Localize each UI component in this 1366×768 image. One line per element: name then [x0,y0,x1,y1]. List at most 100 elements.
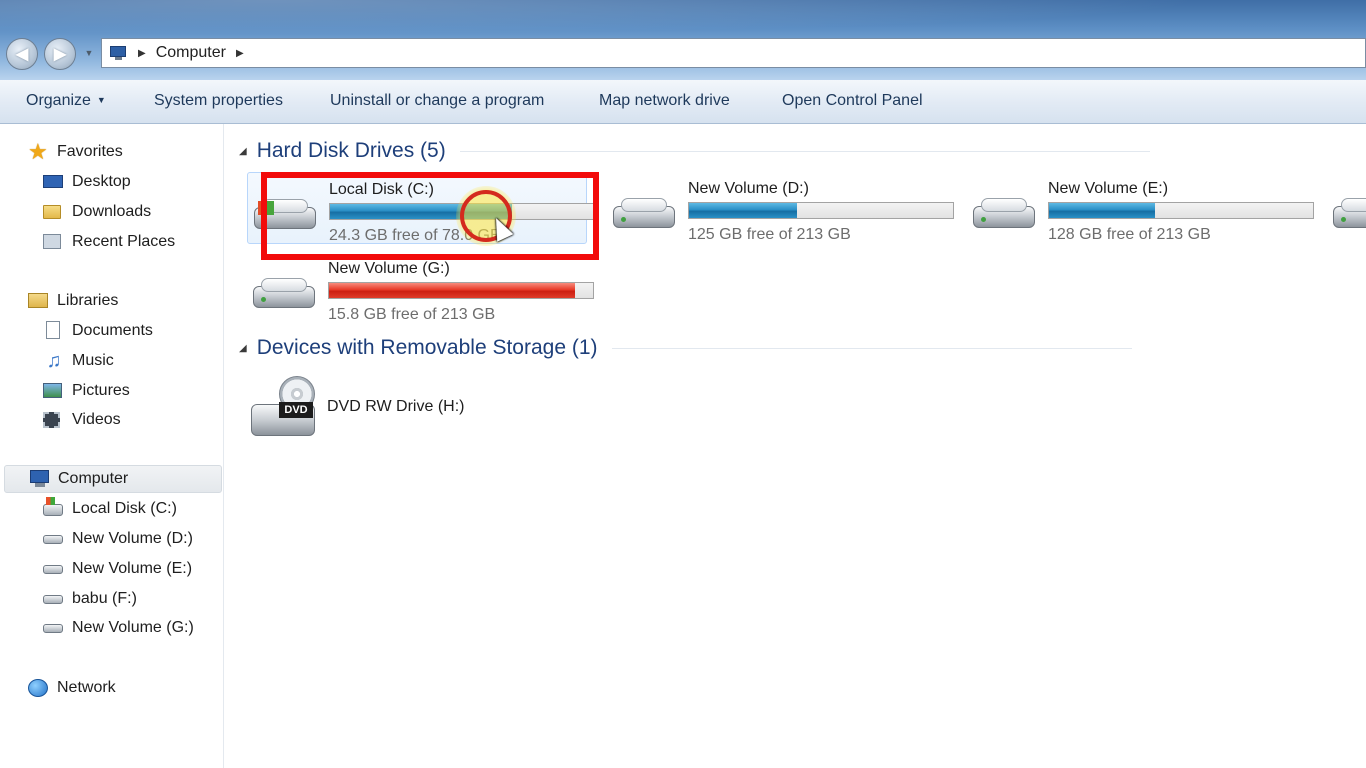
computer-icon [110,46,128,60]
music-note-icon: ♫ [46,350,62,372]
group-title: Hard Disk Drives (5) [256,139,446,162]
hard-drive-icon [1333,198,1366,228]
capacity-fill [329,283,575,298]
capacity-fill [1049,203,1155,218]
drive-name: New Volume (E:) [1048,180,1169,197]
address-bar[interactable]: ▶ Computer ▶ [101,38,1366,68]
sidebar-item-drive-d[interactable]: New Volume (D:) [43,528,193,550]
group-divider [611,347,1132,349]
sidebar-item-label: Recent Places [72,233,176,250]
videos-icon [43,412,60,428]
collapse-triangle-icon[interactable]: ◢ [239,146,247,157]
drive-name: New Volume (D:) [688,180,809,197]
sidebar-item-drive-c[interactable]: Local Disk (C:) [43,497,177,520]
forward-button[interactable]: ▶ [44,38,76,70]
back-arrow-icon: ◀ [15,46,29,63]
sidebar-item-pictures[interactable]: Pictures [43,380,130,402]
group-title: Devices with Removable Storage (1) [256,336,598,359]
group-removable-storage[interactable]: ◢ Devices with Removable Storage (1) [239,336,1132,360]
dvd-badge: DVD [279,402,313,418]
capacity-bar [328,282,594,299]
breadcrumb-arrow-icon[interactable]: ▶ [138,48,146,59]
computer-icon [29,469,51,489]
sidebar-item-recent-places[interactable]: Recent Places [43,231,175,253]
command-bar: Organize ▼ System properties Uninstall or… [0,80,1366,124]
sidebar-item-label: Libraries [57,292,119,309]
sidebar-item-label: New Volume (E:) [72,560,193,577]
sidebar-item-label: Local Disk (C:) [72,500,177,517]
sidebar-item-videos[interactable]: Videos [43,409,121,431]
drive-free-space: 15.8 GB free of 213 GB [328,306,496,323]
desktop-icon [43,175,63,188]
drive-tile-g[interactable]: New Volume (G:) 15.8 GB free of 213 GB [247,252,594,324]
hard-drive-icon [43,565,63,574]
sidebar-item-drive-g[interactable]: New Volume (G:) [43,617,194,639]
sidebar-item-label: New Volume (G:) [72,619,194,636]
forward-arrow-icon: ▶ [53,46,67,63]
dvd-drive-icon[interactable]: DVD [251,376,321,438]
pictures-icon [43,383,62,398]
tutorial-highlight-box [261,172,599,260]
drive-free-space: 125 GB free of 213 GB [688,226,851,243]
hard-drive-icon [43,624,63,633]
sidebar-item-drive-f[interactable]: babu (F:) [43,588,137,610]
drive-tile-d[interactable]: New Volume (D:) 125 GB free of 213 GB [607,172,954,244]
window-titlebar: ◀ ▶ ▼ ▶ Computer ▶ [0,0,1366,80]
hard-drive-icon [613,198,675,228]
recent-pages-dropdown[interactable]: ▼ [82,46,96,60]
capacity-bar [688,202,954,219]
libraries-icon [28,293,48,308]
drive-name: New Volume (G:) [328,260,450,277]
chevron-down-icon: ▼ [96,95,106,105]
sidebar-item-label: Favorites [57,143,123,160]
system-drive-icon [43,497,63,516]
recent-places-icon [43,234,61,249]
breadcrumb-arrow-icon[interactable]: ▶ [236,48,244,59]
sidebar-item-label: Videos [72,411,121,428]
hard-drive-icon [253,278,315,308]
organize-button[interactable]: Organize ▼ [26,92,106,110]
capacity-bar [1048,202,1314,219]
drive-tile-f-partial[interactable] [1327,172,1366,244]
hard-drive-icon [43,535,63,544]
sidebar-item-label: Network [57,679,116,696]
sidebar-item-label: Computer [58,470,129,487]
uninstall-program-button[interactable]: Uninstall or change a program [330,92,544,110]
sidebar-item-label: Downloads [72,203,152,220]
sidebar-item-label: babu (F:) [72,590,137,607]
collapse-triangle-icon[interactable]: ◢ [239,343,247,354]
sidebar-item-network[interactable]: Network [28,677,116,699]
dvd-drive-name[interactable]: DVD RW Drive (H:) [327,398,464,416]
breadcrumb-computer[interactable]: Computer [156,44,226,62]
documents-icon [46,321,60,339]
hard-drive-icon [973,198,1035,228]
sidebar-item-label: Documents [72,322,153,339]
system-properties-button[interactable]: System properties [154,92,283,110]
back-button[interactable]: ◀ [6,38,38,70]
drive-free-space: 128 GB free of 213 GB [1048,226,1211,243]
map-network-drive-button[interactable]: Map network drive [599,92,730,110]
sidebar-item-favorites[interactable]: ★ Favorites [28,141,123,163]
group-hard-disk-drives[interactable]: ◢ Hard Disk Drives (5) [239,139,1150,163]
sidebar-item-documents[interactable]: Documents [43,320,153,342]
open-control-panel-button[interactable]: Open Control Panel [782,92,923,110]
titlebar-glow [0,0,1366,40]
sidebar-item-label: New Volume (D:) [72,530,193,547]
group-divider [459,150,1150,152]
hard-drive-icon [43,595,63,604]
sidebar-item-label: Music [72,352,114,369]
organize-label: Organize [26,92,91,109]
navigation-pane: ★ Favorites Desktop Downloads Recent Pla… [0,124,224,768]
sidebar-item-music[interactable]: ♫ Music [43,350,114,372]
capacity-fill [689,203,798,218]
sidebar-item-libraries[interactable]: Libraries [28,290,118,312]
sidebar-item-downloads[interactable]: Downloads [43,201,151,223]
star-icon: ★ [28,139,48,164]
sidebar-item-computer[interactable]: Computer [4,465,222,493]
sidebar-item-desktop[interactable]: Desktop [43,171,131,193]
network-icon [28,679,48,697]
sidebar-item-drive-e[interactable]: New Volume (E:) [43,558,192,580]
drive-tile-e[interactable]: New Volume (E:) 128 GB free of 213 GB [967,172,1314,244]
downloads-folder-icon [43,205,61,219]
sidebar-item-label: Pictures [72,382,130,399]
